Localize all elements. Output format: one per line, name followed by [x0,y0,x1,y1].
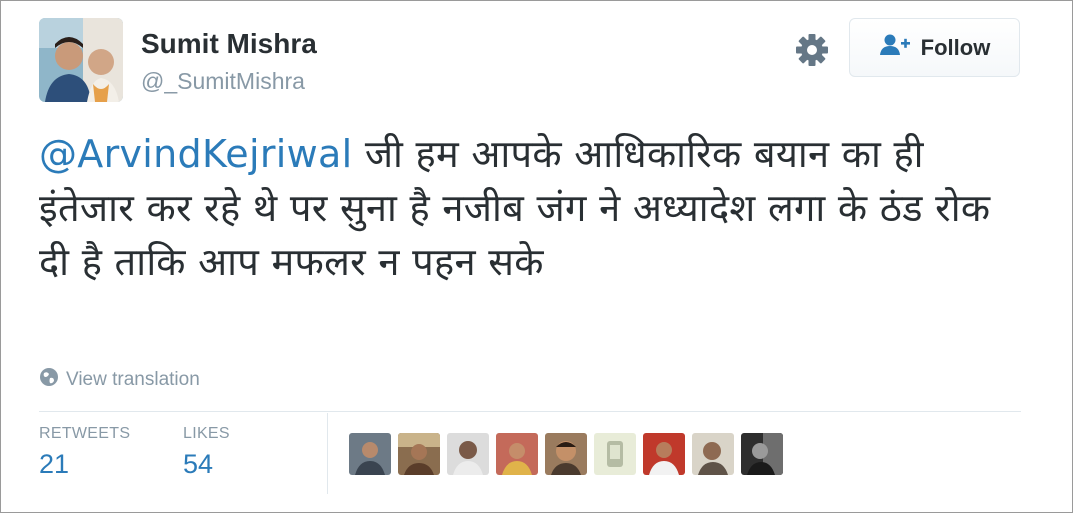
liker-avatar[interactable] [496,433,538,475]
follow-button[interactable]: Follow [849,18,1020,77]
follow-button-label: Follow [920,34,991,60]
liker-avatar[interactable] [594,433,636,475]
retweets-label: RETWEETS [39,425,131,442]
likes-label: LIKES [183,425,230,442]
likes-count: 54 [183,449,214,479]
stats-separator [327,413,328,494]
liker-avatar[interactable] [741,433,783,475]
globe-icon [39,367,59,393]
tweet-text: @ArvindKejriwal जी हम आपके आधिकारिक बयान… [39,127,999,289]
divider [39,411,1021,412]
liker-avatar[interactable] [447,433,489,475]
tweet-card: Sumit Mishra @_SumitMishra Follow @Arvin… [0,0,1073,513]
user-avatar[interactable] [39,18,123,102]
liker-avatar[interactable] [398,433,440,475]
liker-avatar[interactable] [545,433,587,475]
retweets-count: 21 [39,449,70,479]
view-translation-link[interactable]: View translation [39,367,200,393]
user-handle[interactable]: @_SumitMishra [141,68,305,95]
gear-icon[interactable] [794,32,830,68]
liker-avatar[interactable] [643,433,685,475]
user-display-name[interactable]: Sumit Mishra [141,28,317,60]
retweets-stat[interactable]: RETWEETS 21 [39,425,130,480]
liker-avatar[interactable] [692,433,734,475]
mention-link[interactable]: @ArvindKejriwal [39,132,352,176]
likes-stat[interactable]: LIKES 54 [183,425,230,480]
liker-avatar[interactable] [349,433,391,475]
add-user-icon [879,33,911,62]
view-translation-label: View translation [66,369,200,390]
liker-avatars [349,433,783,475]
